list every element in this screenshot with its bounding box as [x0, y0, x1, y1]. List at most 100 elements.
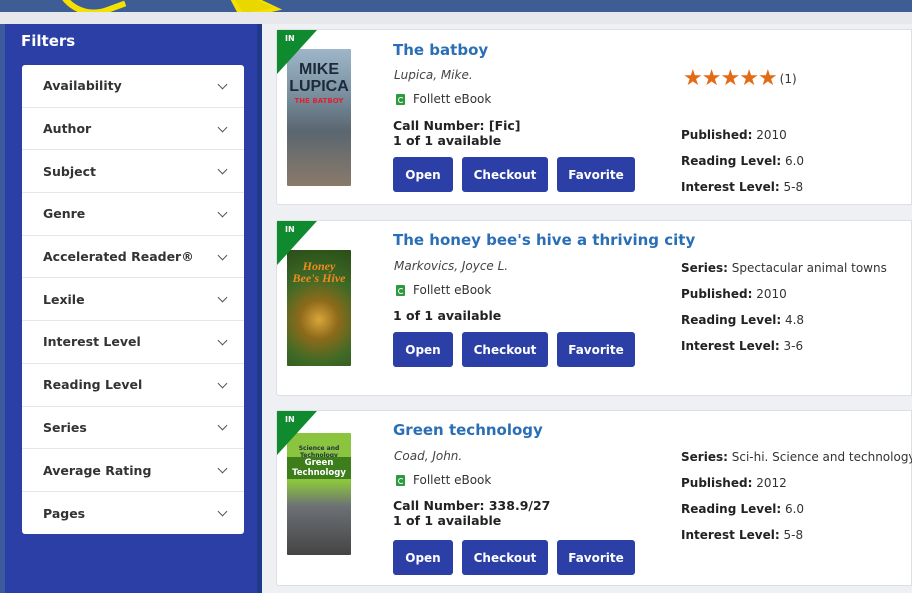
filter-label: Genre	[43, 206, 86, 222]
result-card-batboy: MIKE LUPICA THE BATBOY IN The batboy Lup…	[276, 29, 912, 205]
chevron-down-icon	[217, 335, 228, 346]
book-author: Coad, John.	[394, 449, 463, 463]
reading-level-info: Reading Level: 6.0	[681, 154, 804, 168]
book-format: Follett eBook	[396, 473, 491, 487]
checkout-button[interactable]: Checkout	[462, 332, 548, 367]
result-card-honey-bee: Honey Bee's Hive IN The honey bee's hive…	[276, 220, 912, 396]
action-buttons: Open Checkout Favorite	[393, 540, 635, 575]
meta-value: 2012	[756, 476, 787, 490]
meta-label: Interest Level:	[681, 528, 780, 542]
chevron-down-icon	[217, 250, 228, 261]
filter-reading-level[interactable]: Reading Level	[22, 364, 244, 407]
availability-flag-label: IN	[285, 34, 295, 43]
star-rating: ★ ★ ★ ★ ★ (1)	[683, 68, 797, 90]
filter-genre[interactable]: Genre	[22, 193, 244, 236]
chevron-down-icon	[217, 79, 228, 90]
filter-availability[interactable]: Availability	[22, 65, 244, 108]
published-info: Published: 2010	[681, 128, 787, 142]
result-card-green-technology: Science and Technology Green Technology …	[276, 410, 912, 586]
chevron-down-icon	[217, 420, 228, 431]
results-area: MIKE LUPICA THE BATBOY IN The batboy Lup…	[262, 24, 912, 593]
filter-author[interactable]: Author	[22, 108, 244, 151]
book-title-link[interactable]: The honey bee's hive a thriving city	[393, 231, 695, 249]
reading-level-info: Reading Level: 6.0	[681, 502, 804, 516]
filter-accelerated-reader[interactable]: Accelerated Reader®	[22, 236, 244, 279]
favorite-button[interactable]: Favorite	[557, 332, 635, 367]
meta-value: 3-6	[783, 339, 804, 353]
book-format: Follett eBook	[396, 283, 491, 297]
filter-average-rating[interactable]: Average Rating	[22, 449, 244, 492]
favorite-button[interactable]: Favorite	[557, 157, 635, 192]
star-icon: ★	[701, 66, 722, 91]
star-icon: ★	[739, 66, 759, 91]
ebook-icon	[396, 284, 405, 296]
filter-series[interactable]: Series	[22, 407, 244, 450]
chevron-down-icon	[217, 207, 228, 218]
filter-panel: Availability Author Subject Genre Accele…	[22, 65, 244, 534]
chevron-down-icon	[217, 378, 228, 389]
cover-subtitle: THE BATBOY	[294, 97, 344, 105]
meta-label: Reading Level:	[681, 154, 782, 168]
star-icon: ★	[683, 66, 703, 91]
star-icon: ★	[757, 66, 778, 91]
meta-value: 6.0	[784, 502, 805, 516]
format-label: Follett eBook	[413, 283, 492, 297]
series-info: Series: Spectacular animal towns	[681, 261, 887, 275]
meta-value: 2010	[756, 287, 787, 301]
published-info: Published: 2012	[681, 476, 787, 490]
call-number-text: Call Number: [Fic]	[393, 118, 521, 133]
meta-label: Published:	[681, 287, 753, 301]
meta-value: 2010	[756, 128, 787, 142]
meta-label: Published:	[681, 476, 753, 490]
meta-label: Reading Level:	[681, 502, 782, 516]
meta-value: Sci-hi. Science and technology	[731, 450, 912, 464]
meta-label: Series:	[681, 450, 728, 464]
filter-label: Interest Level	[43, 334, 141, 350]
format-label: Follett eBook	[413, 92, 492, 106]
meta-label: Interest Level:	[681, 339, 780, 353]
filter-lexile[interactable]: Lexile	[22, 278, 244, 322]
meta-label: Series:	[681, 261, 728, 275]
filter-label: Series	[43, 419, 87, 435]
chevron-down-icon	[217, 122, 228, 132]
series-info: Series: Sci-hi. Science and technology	[681, 450, 912, 464]
call-number: Call Number: [Fic] 1 of 1 available	[393, 118, 521, 148]
chevron-down-icon	[217, 506, 228, 517]
filter-interest-level[interactable]: Interest Level	[22, 321, 244, 364]
star-icon: ★	[720, 66, 741, 91]
book-author: Lupica, Mike.	[394, 68, 473, 82]
filter-label: Subject	[43, 163, 96, 179]
filter-pages[interactable]: Pages	[22, 492, 244, 535]
filters-title: Filters	[21, 32, 76, 50]
action-buttons: Open Checkout Favorite	[393, 157, 635, 192]
book-title-link[interactable]: The batboy	[393, 41, 488, 59]
filter-label: Accelerated Reader®	[43, 249, 194, 265]
published-info: Published: 2010	[681, 287, 787, 301]
open-button[interactable]: Open	[393, 540, 453, 575]
availability-text: 1 of 1 available	[393, 133, 502, 148]
favorite-button[interactable]: Favorite	[557, 540, 635, 575]
checkout-button[interactable]: Checkout	[462, 157, 548, 192]
cover-title: Green Technology	[287, 457, 351, 479]
interest-level-info: Interest Level: 5-8	[681, 528, 803, 542]
meta-value: Spectacular animal towns	[731, 261, 887, 275]
meta-value: 5-8	[783, 180, 804, 194]
meta-label: Interest Level:	[681, 180, 780, 194]
checkout-button[interactable]: Checkout	[462, 540, 548, 575]
action-buttons: Open Checkout Favorite	[393, 332, 635, 367]
book-title-link[interactable]: Green technology	[393, 421, 543, 439]
interest-level-info: Interest Level: 5-8	[681, 180, 803, 194]
availability-flag-label: IN	[285, 415, 295, 424]
interest-level-info: Interest Level: 3-6	[681, 339, 803, 353]
book-cover[interactable]: Honey Bee's Hive	[287, 250, 351, 366]
call-number: Call Number: 338.9/27 1 of 1 available	[393, 498, 550, 528]
filter-subject[interactable]: Subject	[22, 150, 244, 194]
open-button[interactable]: Open	[393, 157, 453, 192]
reading-level-info: Reading Level: 4.8	[681, 313, 804, 327]
availability: 1 of 1 available	[393, 308, 502, 323]
filter-label: Availability	[43, 78, 122, 94]
availability-text: 1 of 1 available	[393, 513, 502, 528]
open-button[interactable]: Open	[393, 332, 453, 367]
meta-value: 4.8	[784, 313, 805, 327]
filter-label: Average Rating	[43, 462, 152, 478]
